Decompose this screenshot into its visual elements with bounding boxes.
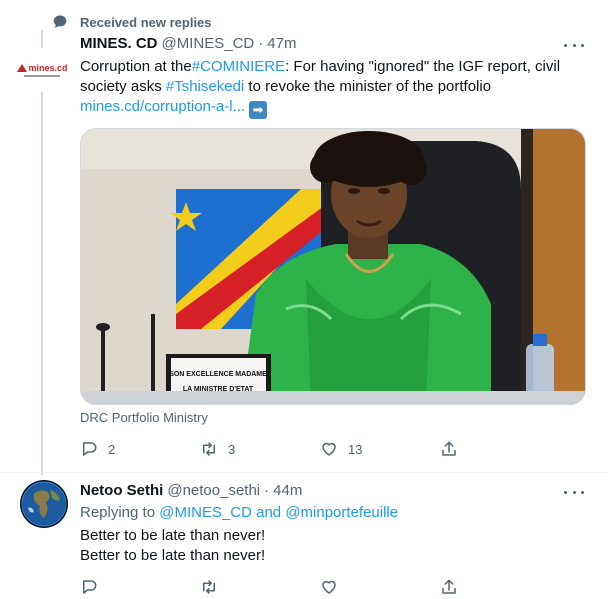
tweet-actions: 2 3 13 (80, 440, 510, 458)
like-count: 13 (348, 441, 363, 457)
chat-bubble-icon (53, 15, 67, 28)
tweet-text: Corruption at the#COMINIERE: For having … (80, 58, 561, 119)
minister-photo: SON EXCELLENCE MADAME LA MINISTRE D'ETAT (81, 129, 585, 404)
retweet-icon (203, 580, 215, 594)
reply-button[interactable]: 2 (80, 440, 200, 458)
more-options-icon[interactable] (564, 37, 584, 53)
image-caption: DRC Portfolio Ministry (80, 410, 208, 425)
tweet-line: Better to be late than never! (80, 527, 266, 544)
share-button[interactable] (440, 440, 470, 458)
tweet-actions (80, 578, 510, 596)
received-new-replies[interactable]: Received new replies (52, 12, 212, 32)
retweet-button[interactable] (200, 578, 320, 596)
divider (0, 472, 608, 473)
avatar[interactable]: mines.cd (16, 48, 68, 92)
tweet-time[interactable]: 44m (273, 482, 302, 499)
share-icon (442, 579, 456, 594)
placard-line-1: SON EXCELLENCE MADAME (169, 371, 267, 378)
like-button[interactable]: 13 (320, 440, 440, 458)
author-name[interactable]: MINES. CD (80, 35, 158, 52)
mines-logo: mines.cd (16, 63, 68, 73)
retweet-count: 3 (228, 441, 236, 457)
like-button[interactable] (320, 578, 440, 596)
tweet-line: Better to be late than never! (80, 547, 266, 564)
share-icon (442, 441, 456, 456)
received-new-replies-label: Received new replies (80, 14, 212, 30)
article-link[interactable]: mines.cd/corruption-a-l... (80, 98, 245, 115)
reply-icon (83, 442, 97, 456)
tweet-time[interactable]: 47m (267, 35, 296, 52)
author-handle[interactable]: @netoo_sethi (167, 482, 260, 499)
more-options-icon[interactable] (564, 484, 584, 500)
retweet-button[interactable]: 3 (200, 440, 320, 458)
replying-to: Replying to @MINES_CD and @minportefeuil… (80, 504, 399, 521)
heart-icon (322, 580, 336, 594)
hashtag-link[interactable]: #COMINIERE (192, 58, 285, 75)
tweet-header: Netoo Sethi @netoo_sethi · 44m (80, 482, 303, 499)
tweet-text: Better to be late than never! Better to … (80, 526, 590, 566)
mention-link[interactable]: @MINES_CD and @minportefeuille (159, 504, 398, 521)
author-name[interactable]: Netoo Sethi (80, 482, 163, 499)
avatar[interactable] (20, 480, 68, 528)
author-handle[interactable]: @MINES_CD (162, 35, 255, 52)
reply-count: 2 (108, 441, 116, 457)
retweet-icon (203, 442, 215, 456)
globe-avatar-icon (20, 480, 68, 528)
tweet-image[interactable]: SON EXCELLENCE MADAME LA MINISTRE D'ETAT (80, 128, 586, 405)
hashtag-link[interactable]: #Tshisekedi (166, 78, 244, 95)
reply-icon (83, 580, 97, 594)
tweet-header: MINES. CD @MINES_CD · 47m (80, 35, 297, 52)
thread-line (41, 30, 43, 475)
share-button[interactable] (440, 578, 470, 596)
heart-icon (322, 442, 336, 456)
reply-button[interactable] (80, 578, 200, 596)
arrow-right-icon: ➡ (249, 101, 268, 119)
